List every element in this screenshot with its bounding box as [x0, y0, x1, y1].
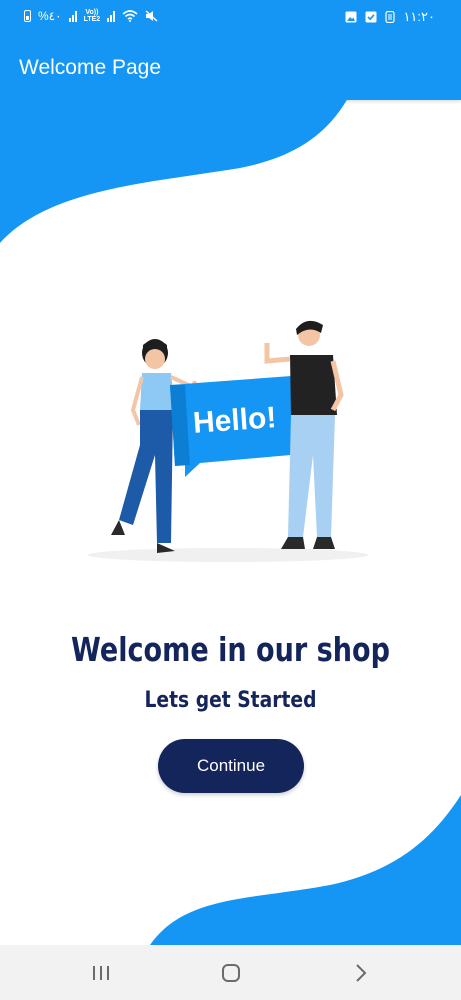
recents-icon[interactable]	[89, 961, 113, 985]
sim-icon	[385, 11, 396, 23]
welcome-headline: Welcome in our shop	[70, 630, 391, 669]
bottom-wave-decoration	[150, 795, 461, 945]
home-icon[interactable]	[219, 961, 243, 985]
status-time: ١١:٢٠	[403, 9, 435, 24]
top-wave-decoration	[0, 98, 348, 243]
battery-icon	[24, 10, 31, 22]
mute-icon	[145, 10, 158, 22]
app-bar: Welcome Page	[0, 36, 461, 100]
signal-2-icon	[107, 10, 116, 22]
volte-label: Vo)) LTE2	[83, 9, 101, 23]
check-icon	[365, 11, 377, 23]
battery-percent: %٤٠	[38, 9, 62, 23]
gallery-icon	[345, 11, 357, 23]
continue-button[interactable]: Continue	[158, 739, 304, 793]
welcome-subline: Lets get Started	[144, 688, 317, 713]
hello-illustration: Hello!	[88, 320, 368, 562]
status-left: %٤٠ Vo)) LTE2	[24, 9, 158, 23]
system-nav-bar	[0, 945, 461, 1000]
status-bar: %٤٠ Vo)) LTE2 ١١:٢٠	[0, 0, 461, 36]
signal-icon	[68, 10, 77, 22]
back-icon[interactable]	[349, 961, 373, 985]
wifi-icon	[122, 10, 138, 22]
speech-bubble-text: Hello!	[192, 401, 277, 440]
page-title: Welcome Page	[19, 56, 162, 79]
status-right: ١١:٢٠	[345, 9, 435, 25]
